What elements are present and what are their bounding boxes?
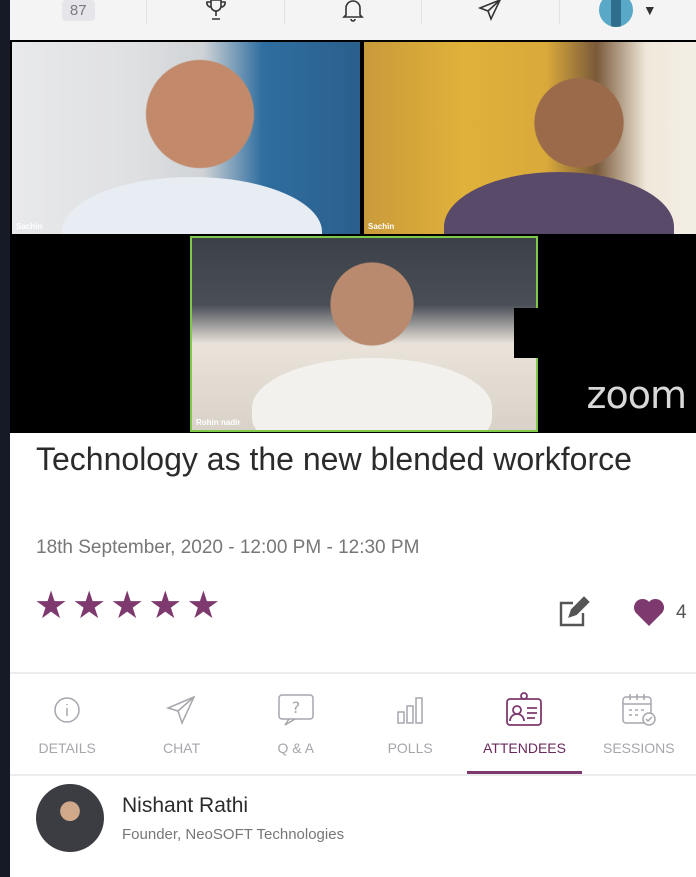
session-title: Technology as the new blended workforce xyxy=(36,441,632,477)
tab-label: SESSIONS xyxy=(603,740,675,756)
app-window: 87 ▼ Sachin Sachin Rohin nadir zoom Tech… xyxy=(10,0,696,877)
avatar[interactable] xyxy=(598,0,633,27)
tab-polls[interactable]: POLLS xyxy=(353,676,467,774)
tab-qa[interactable]: ? Q & A xyxy=(239,676,353,774)
tab-label: Q & A xyxy=(277,740,315,756)
calendar-check-icon xyxy=(622,694,656,726)
send-icon xyxy=(478,0,502,22)
video-stream[interactable]: Sachin Sachin Rohin nadir zoom xyxy=(10,40,696,433)
heart-icon[interactable] xyxy=(632,596,666,628)
tab-label: DETAILS xyxy=(38,740,96,756)
notifications-button[interactable] xyxy=(285,0,423,24)
participant-body xyxy=(62,177,322,234)
rating-stars[interactable]: ★ ★ ★ ★ ★ xyxy=(34,586,220,626)
top-bar: 87 ▼ xyxy=(10,0,696,40)
svg-text:?: ? xyxy=(292,698,301,717)
avatar[interactable] xyxy=(36,784,104,852)
contact-card-icon xyxy=(506,692,543,726)
session-datetime: 18th September, 2020 - 12:00 PM - 12:30 … xyxy=(36,537,420,558)
count-cell[interactable]: 87 xyxy=(10,0,148,24)
tab-chat[interactable]: CHAT xyxy=(124,676,238,774)
edit-icon[interactable] xyxy=(556,596,590,630)
chevron-down-icon[interactable]: ▼ xyxy=(643,2,657,18)
trophy-icon xyxy=(205,0,226,20)
count-badge: 87 xyxy=(61,0,95,21)
participant-body xyxy=(444,172,674,234)
redaction-block xyxy=(514,308,552,358)
bell-icon xyxy=(342,0,364,22)
list-item[interactable]: Nishant Rathi Founder, NeoSOFT Technolog… xyxy=(10,778,696,877)
video-tile: Sachin xyxy=(364,42,696,234)
like-count: 4 xyxy=(676,602,687,623)
tab-label: CHAT xyxy=(162,740,201,756)
session-tabs: DETAILS CHAT ? Q & A POLLS ATTENDEES SES… xyxy=(10,676,696,776)
tab-label: POLLS xyxy=(387,740,433,756)
bar-chart-icon xyxy=(397,697,423,724)
section-divider xyxy=(10,672,696,674)
star-icon[interactable]: ★ xyxy=(148,586,182,626)
star-icon[interactable]: ★ xyxy=(110,586,144,626)
video-tile: Sachin xyxy=(12,42,360,234)
profile-menu[interactable]: ▼ xyxy=(560,0,696,27)
send-icon xyxy=(166,695,196,726)
participant-body xyxy=(252,358,492,430)
participant-name: Sachin xyxy=(368,222,395,231)
messages-button[interactable] xyxy=(422,0,560,24)
attendee-name: Nishant Rathi xyxy=(122,794,249,817)
participant-name: Rohin nadir xyxy=(196,418,241,427)
info-icon xyxy=(54,697,80,723)
tab-sessions[interactable]: SESSIONS xyxy=(582,676,696,774)
star-icon[interactable]: ★ xyxy=(186,586,220,626)
tab-attendees[interactable]: ATTENDEES xyxy=(467,676,582,774)
active-speaker-tile: Rohin nadir xyxy=(190,236,538,432)
zoom-logo: zoom xyxy=(586,373,687,417)
question-bubble-icon: ? xyxy=(278,694,314,726)
leaderboard-button[interactable] xyxy=(147,0,285,24)
tab-label: ATTENDEES xyxy=(482,740,566,756)
star-icon[interactable]: ★ xyxy=(34,586,68,626)
attendee-role: Founder, NeoSOFT Technologies xyxy=(122,826,345,843)
tab-details[interactable]: DETAILS xyxy=(10,676,124,774)
star-icon[interactable]: ★ xyxy=(72,586,106,626)
participant-name: Sachin xyxy=(16,222,43,231)
